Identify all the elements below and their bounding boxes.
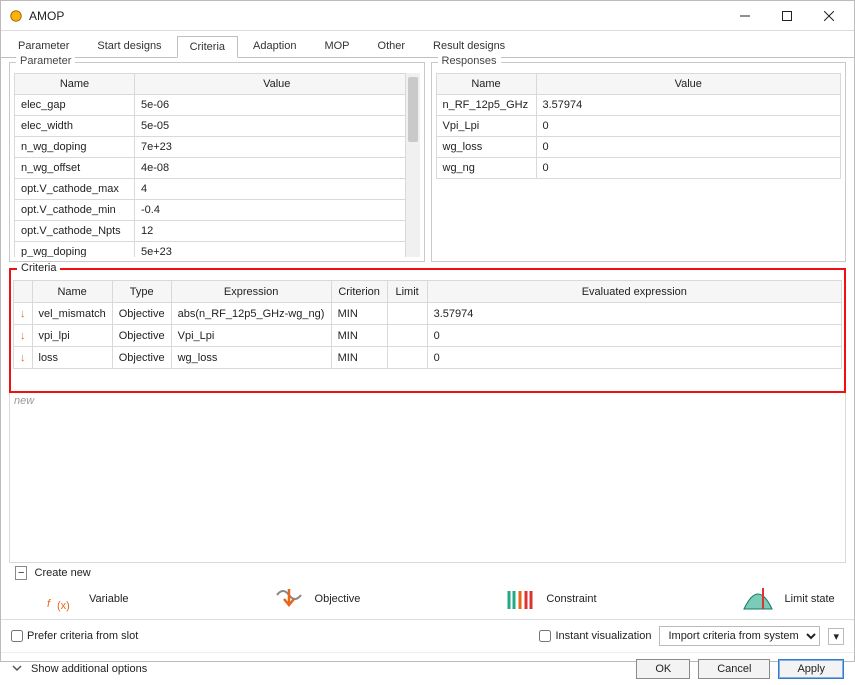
table-row[interactable]: n_wg_offset4e-08 xyxy=(15,158,420,179)
constraint-icon xyxy=(504,585,536,613)
tab-start-designs[interactable]: Start designs xyxy=(84,35,174,57)
crit-header-name[interactable]: Name xyxy=(32,281,112,303)
svg-text:f: f xyxy=(47,598,51,610)
crit-header-criterion[interactable]: Criterion xyxy=(331,281,387,303)
maximize-button[interactable] xyxy=(766,2,808,30)
table-row[interactable]: wg_ng0 xyxy=(436,158,841,179)
resp-header-name[interactable]: Name xyxy=(436,74,536,95)
parameter-table[interactable]: NameValue elec_gap5e-06 elec_width5e-05 … xyxy=(14,73,420,257)
expand-options-toggle[interactable] xyxy=(11,662,23,677)
create-objective-button[interactable]: Objective xyxy=(273,585,361,613)
criteria-legend: Criteria xyxy=(17,262,60,274)
table-row[interactable]: wg_loss0 xyxy=(436,137,841,158)
param-header-value[interactable]: Value xyxy=(135,74,420,95)
resp-header-value[interactable]: Value xyxy=(536,74,841,95)
table-row[interactable]: opt.V_cathode_min-0.4 xyxy=(15,200,420,221)
tab-adaption[interactable]: Adaption xyxy=(240,35,309,57)
options-row: Prefer criteria from slot Instant visual… xyxy=(1,619,854,652)
responses-panel: Responses NameValue n_RF_12p5_GHz3.57974… xyxy=(431,62,847,262)
tab-parameter[interactable]: Parameter xyxy=(5,35,82,57)
create-constraint-button[interactable]: Constraint xyxy=(504,585,596,613)
table-row[interactable]: opt.V_cathode_Npts12 xyxy=(15,221,420,242)
objective-icon: ↓ xyxy=(14,325,33,347)
table-row[interactable]: opt.V_cathode_max4 xyxy=(15,179,420,200)
window-title: AMOP xyxy=(29,9,724,23)
criteria-panel: Criteria Name Type Expression Criterion … xyxy=(9,268,846,393)
parameter-scrollbar[interactable] xyxy=(405,73,420,257)
import-criteria-select[interactable]: Import criteria from system xyxy=(659,626,820,646)
table-row[interactable]: n_wg_doping7e+23 xyxy=(15,137,420,158)
chevron-down-icon xyxy=(11,662,23,674)
tab-criteria[interactable]: Criteria xyxy=(177,36,238,58)
minimize-button[interactable] xyxy=(724,2,766,30)
title-bar: AMOP xyxy=(1,1,854,31)
objective-icon xyxy=(273,585,305,613)
minus-icon[interactable]: − xyxy=(15,566,27,580)
create-new-section: − Create new f(x) Variable Objective Con… xyxy=(15,567,840,613)
parameter-legend: Parameter xyxy=(16,55,75,67)
app-icon xyxy=(9,9,23,23)
show-options-label[interactable]: Show additional options xyxy=(31,663,147,675)
apply-button[interactable]: Apply xyxy=(778,659,844,679)
param-header-name[interactable]: Name xyxy=(15,74,135,95)
dropdown-extra-button[interactable]: ▾ xyxy=(828,628,844,645)
responses-legend: Responses xyxy=(438,55,501,67)
responses-table[interactable]: NameValue n_RF_12p5_GHz3.57974 Vpi_Lpi0 … xyxy=(436,73,842,179)
limit-state-icon xyxy=(741,585,775,613)
objective-icon: ↓ xyxy=(14,303,33,325)
objective-icon: ↓ xyxy=(14,347,33,369)
table-row[interactable]: elec_width5e-05 xyxy=(15,116,420,137)
criteria-table[interactable]: Name Type Expression Criterion Limit Eva… xyxy=(13,280,842,369)
crit-header-type[interactable]: Type xyxy=(112,281,171,303)
tab-mop[interactable]: MOP xyxy=(311,35,362,57)
crit-header-expression[interactable]: Expression xyxy=(171,281,331,303)
criteria-editor-area[interactable]: new xyxy=(9,393,846,563)
criteria-row[interactable]: ↓ vel_mismatchObjectiveabs(n_RF_12p5_GHz… xyxy=(14,303,842,325)
crit-header-eval[interactable]: Evaluated expression xyxy=(427,281,841,303)
table-row[interactable]: p_wg_doping5e+23 xyxy=(15,242,420,258)
table-row[interactable]: elec_gap5e-06 xyxy=(15,95,420,116)
ok-button[interactable]: OK xyxy=(636,659,690,679)
cancel-button[interactable]: Cancel xyxy=(698,659,770,679)
tab-bar: Parameter Start designs Criteria Adaptio… xyxy=(1,31,854,58)
criteria-row[interactable]: ↓ lossObjectivewg_lossMIN0 xyxy=(14,347,842,369)
close-button[interactable] xyxy=(808,2,850,30)
parameter-panel: Parameter NameValue elec_gap5e-06 elec_w… xyxy=(9,62,425,262)
new-row-placeholder[interactable]: new xyxy=(14,395,34,407)
table-row[interactable]: n_RF_12p5_GHz3.57974 xyxy=(436,95,841,116)
table-row[interactable]: Vpi_Lpi0 xyxy=(436,116,841,137)
variable-icon: f (x) xyxy=(45,585,79,613)
instant-visualization-checkbox[interactable]: Instant visualization xyxy=(539,630,651,642)
tab-other[interactable]: Other xyxy=(365,35,419,57)
create-variable-button[interactable]: f(x) Variable xyxy=(45,585,129,613)
create-limit-state-button[interactable]: Limit state xyxy=(741,585,835,613)
create-new-label: − Create new xyxy=(15,567,840,579)
dialog-buttons-row: Show additional options OK Cancel Apply xyxy=(1,652,854,685)
criteria-row[interactable]: ↓ vpi_lpiObjectiveVpi_LpiMIN0 xyxy=(14,325,842,347)
svg-text:(x): (x) xyxy=(57,600,70,612)
crit-header-limit[interactable]: Limit xyxy=(387,281,427,303)
tab-result-designs[interactable]: Result designs xyxy=(420,35,518,57)
prefer-criteria-checkbox[interactable]: Prefer criteria from slot xyxy=(11,630,138,642)
